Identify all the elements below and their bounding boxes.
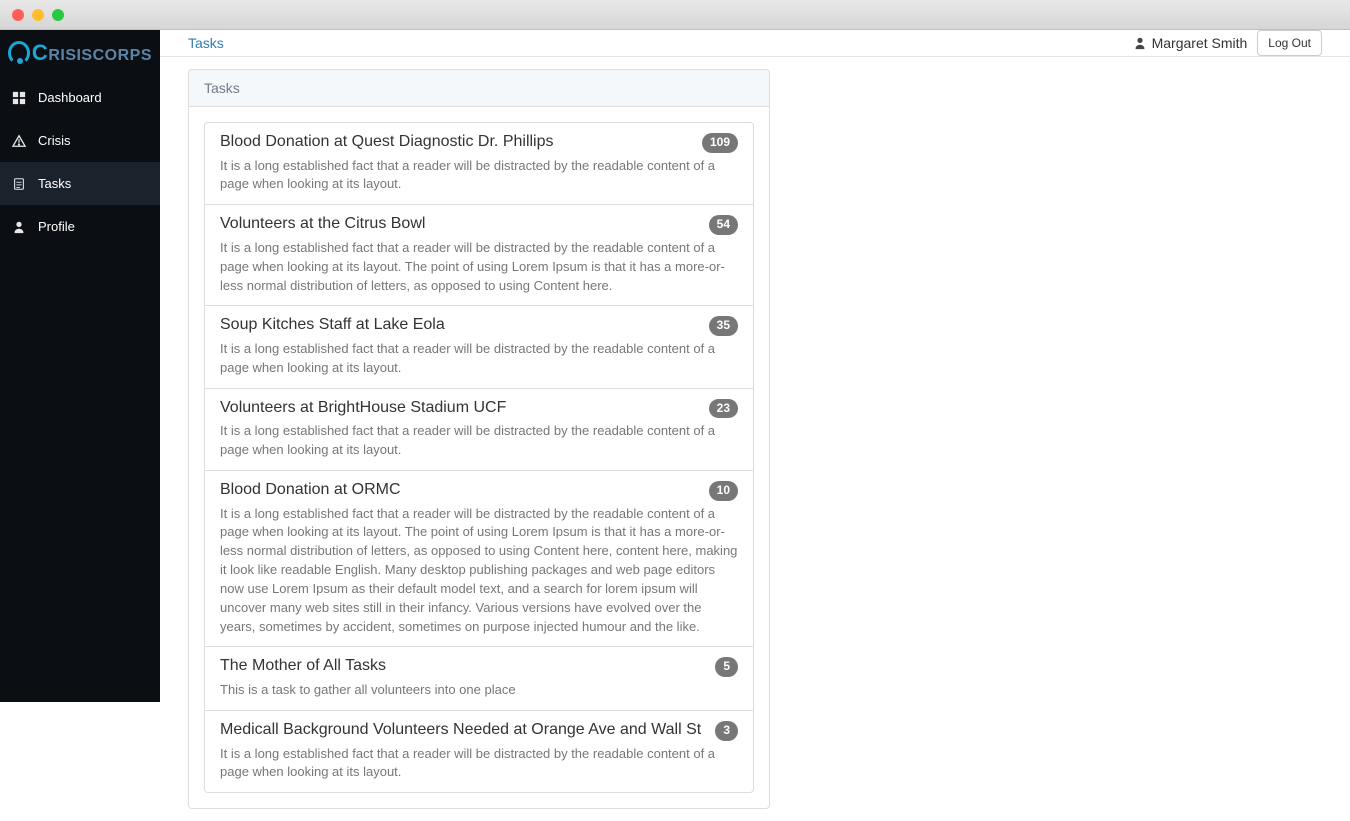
- sidebar-item-tasks[interactable]: Tasks: [0, 162, 160, 205]
- task-title: Volunteers at the Citrus Bowl: [220, 215, 709, 233]
- main: Tasks Margaret Smith Log Out Tasks Blood…: [160, 30, 1350, 702]
- sidebar-item-label: Profile: [38, 219, 75, 234]
- topbar: Tasks Margaret Smith Log Out: [160, 30, 1350, 57]
- user-label[interactable]: Margaret Smith: [1133, 35, 1248, 51]
- task-badge: 5: [715, 657, 738, 677]
- task-row[interactable]: The Mother of All Tasks5 This is a task t…: [205, 647, 753, 710]
- sidebar: CRISISCORPS Dashboard Crisis Tasks Profile: [0, 30, 160, 702]
- task-description: It is a long established fact that a rea…: [220, 422, 738, 460]
- task-row[interactable]: Soup Kitches Staff at Lake Eola35 It is a…: [205, 306, 753, 388]
- breadcrumb[interactable]: Tasks: [188, 35, 224, 51]
- sidebar-item-crisis[interactable]: Crisis: [0, 119, 160, 162]
- user-icon: [12, 220, 26, 234]
- task-title: Soup Kitches Staff at Lake Eola: [220, 316, 709, 334]
- task-title: Blood Donation at Quest Diagnostic Dr. P…: [220, 133, 702, 151]
- task-row[interactable]: Blood Donation at Quest Diagnostic Dr. P…: [205, 123, 753, 205]
- panel-title: Tasks: [189, 70, 769, 107]
- task-badge: 109: [702, 133, 738, 153]
- sidebar-item-label: Dashboard: [38, 90, 102, 105]
- logo-text: CRISISCORPS: [32, 40, 152, 66]
- clipboard-icon: [12, 177, 26, 191]
- sidebar-item-label: Crisis: [38, 133, 71, 148]
- task-title: Volunteers at BrightHouse Stadium UCF: [220, 399, 709, 417]
- user-icon: [1133, 36, 1147, 50]
- user-name: Margaret Smith: [1152, 35, 1248, 51]
- task-row[interactable]: Volunteers at the Citrus Bowl54 It is a l…: [205, 205, 753, 306]
- task-title: Medicall Background Volunteers Needed at…: [220, 721, 715, 739]
- task-description: This is a task to gather all volunteers …: [220, 681, 738, 700]
- task-row[interactable]: Blood Donation at ORMC10 It is a long est…: [205, 471, 753, 648]
- task-title: The Mother of All Tasks: [220, 657, 715, 675]
- task-row[interactable]: Volunteers at BrightHouse Stadium UCF23 I…: [205, 389, 753, 471]
- task-badge: 3: [715, 721, 738, 741]
- sidebar-item-dashboard[interactable]: Dashboard: [0, 76, 160, 119]
- dashboard-icon: [12, 91, 26, 105]
- task-description: It is a long established fact that a rea…: [220, 157, 738, 195]
- task-badge: 10: [709, 481, 738, 501]
- task-description: It is a long established fact that a rea…: [220, 505, 738, 637]
- task-description: It is a long established fact that a rea…: [220, 340, 738, 378]
- task-list: Blood Donation at Quest Diagnostic Dr. P…: [204, 122, 754, 793]
- task-badge: 35: [709, 316, 738, 336]
- tasks-panel: Tasks Blood Donation at Quest Diagnostic…: [188, 69, 770, 809]
- task-row[interactable]: Medicall Background Volunteers Needed at…: [205, 711, 753, 792]
- sidebar-item-label: Tasks: [38, 176, 71, 191]
- close-window-icon[interactable]: [12, 9, 24, 21]
- logo[interactable]: CRISISCORPS: [0, 30, 160, 76]
- window-titlebar: [0, 0, 1350, 30]
- sidebar-item-profile[interactable]: Profile: [0, 205, 160, 248]
- task-description: It is a long established fact that a rea…: [220, 239, 738, 296]
- task-title: Blood Donation at ORMC: [220, 481, 709, 499]
- logo-icon: [8, 41, 30, 65]
- logout-button[interactable]: Log Out: [1257, 30, 1322, 56]
- task-badge: 54: [709, 215, 738, 235]
- minimize-window-icon[interactable]: [32, 9, 44, 21]
- task-badge: 23: [709, 399, 738, 419]
- alert-icon: [12, 134, 26, 148]
- maximize-window-icon[interactable]: [52, 9, 64, 21]
- task-description: It is a long established fact that a rea…: [220, 745, 738, 783]
